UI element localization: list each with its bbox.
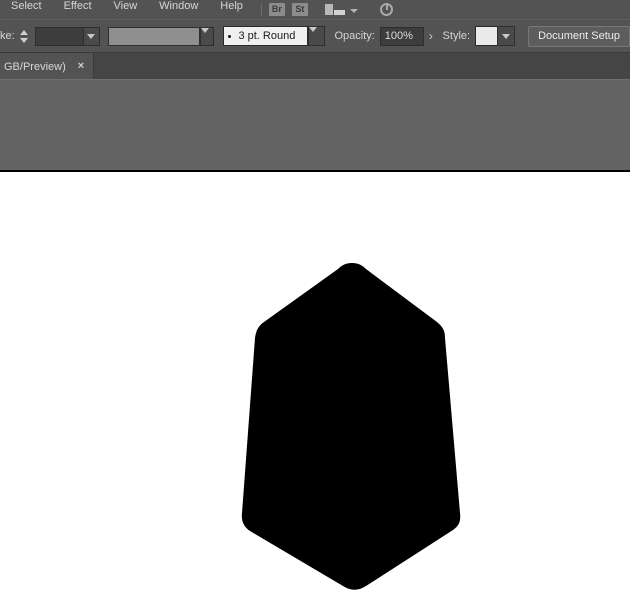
bridge-icon[interactable]: Br — [268, 3, 285, 16]
chevron-down-icon[interactable] — [308, 26, 326, 46]
illustrator-window: Select Effect View Window Help Br St ke:… — [0, 0, 630, 604]
menu-effect[interactable]: Effect — [53, 1, 103, 19]
document-tab-strip: GB/Preview) × — [0, 52, 630, 79]
menu-window[interactable]: Window — [148, 1, 209, 19]
stock-icon[interactable]: St — [291, 3, 308, 16]
brush-stroke-icon — [228, 34, 232, 38]
control-bar: ke: 3 pt. Round Opacity: 100% › Style: D… — [0, 19, 630, 52]
search-power-icon[interactable] — [379, 3, 393, 16]
document-tab-title: GB/Preview) — [4, 60, 66, 73]
document-tab[interactable]: GB/Preview) × — [0, 53, 95, 79]
menu-view[interactable]: View — [103, 1, 149, 19]
workspace-layout-icon[interactable] — [324, 4, 345, 15]
canvas-scratch-area[interactable] — [0, 79, 630, 170]
menu-bar: Select Effect View Window Help Br St — [0, 0, 630, 19]
stroke-label: ke: — [0, 30, 15, 42]
stroke-profile-swatch[interactable] — [107, 26, 200, 46]
chevron-down-icon[interactable] — [498, 26, 516, 46]
brush-definition-combo[interactable]: 3 pt. Round — [223, 26, 326, 46]
stroke-weight-stepper[interactable] — [19, 26, 30, 46]
menu-select[interactable]: Select — [0, 1, 53, 19]
close-icon[interactable]: × — [78, 61, 84, 72]
artboard[interactable] — [0, 172, 630, 604]
stroke-weight-combo[interactable] — [34, 26, 100, 46]
menubar-divider — [260, 3, 262, 16]
menu-help[interactable]: Help — [209, 1, 254, 19]
style-label: Style: — [442, 30, 471, 42]
stroke-profile-chevron-down-icon[interactable] — [199, 26, 215, 46]
opacity-more-options-button[interactable]: › — [424, 27, 437, 46]
artwork-canvas — [241, 263, 461, 590]
stroke-weight-value[interactable] — [34, 26, 83, 46]
brush-definition-box[interactable]: 3 pt. Round — [223, 26, 309, 46]
chevron-down-icon[interactable] — [349, 9, 358, 13]
opacity-label: Opacity: — [334, 30, 375, 42]
document-setup-button[interactable]: Document Setup — [528, 25, 630, 47]
crystal-gem-polygon[interactable] — [241, 263, 461, 590]
style-combo[interactable] — [475, 26, 516, 46]
brush-definition-value: 3 pt. Round — [238, 30, 296, 42]
style-swatch[interactable] — [475, 26, 499, 46]
chevron-down-icon[interactable] — [82, 26, 100, 46]
opacity-input[interactable]: 100% — [379, 26, 425, 46]
